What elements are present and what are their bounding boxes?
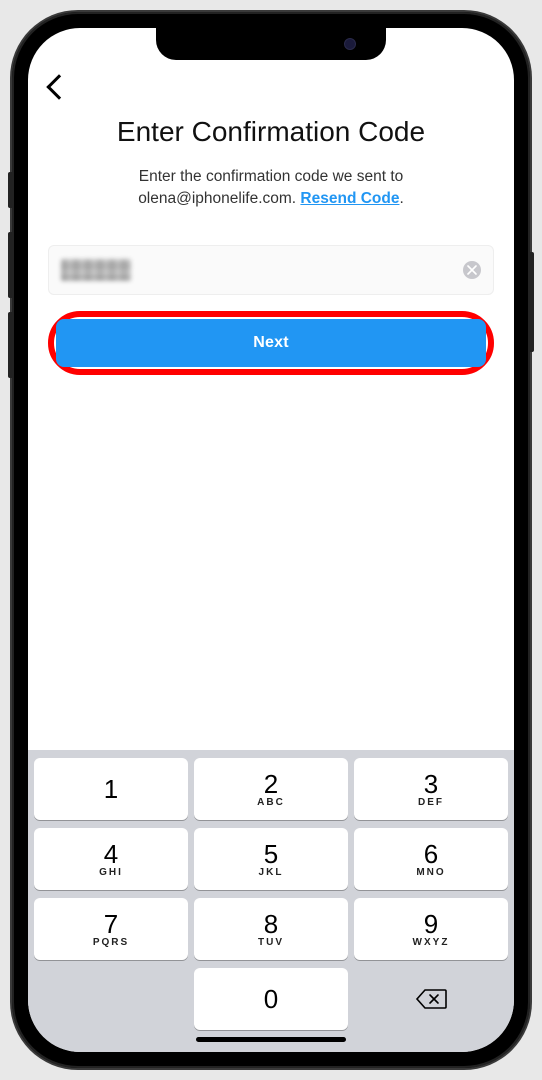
subtitle-end: . — [399, 190, 403, 207]
page-title: Enter Confirmation Code — [48, 116, 494, 148]
front-camera-icon — [344, 38, 356, 50]
key-3[interactable]: 3DEF — [354, 758, 508, 820]
key-delete[interactable] — [354, 968, 508, 1030]
close-icon — [467, 265, 477, 275]
main-content: Enter Confirmation Code Enter the confir… — [28, 28, 514, 750]
phone-frame: Enter Confirmation Code Enter the confir… — [12, 12, 530, 1068]
notch — [156, 28, 386, 60]
volume-up-button — [8, 232, 12, 298]
subtitle-email: olena@iphonelife.com — [138, 190, 292, 207]
resend-code-link[interactable]: Resend Code — [300, 190, 399, 207]
key-6[interactable]: 6MNO — [354, 828, 508, 890]
next-button[interactable]: Next — [56, 319, 486, 367]
subtitle-prefix: Enter the confirmation code we sent to — [139, 168, 404, 185]
key-5[interactable]: 5JKL — [194, 828, 348, 890]
code-input[interactable] — [48, 245, 494, 295]
numeric-keypad: 1 2ABC 3DEF 4GHI 5JKL 6MNO 7PQRS 8TUV 9W… — [28, 750, 514, 1052]
clear-input-button[interactable] — [463, 261, 481, 279]
key-9[interactable]: 9WXYZ — [354, 898, 508, 960]
key-1[interactable]: 1 — [34, 758, 188, 820]
power-button — [530, 252, 534, 352]
key-4[interactable]: 4GHI — [34, 828, 188, 890]
key-blank — [34, 968, 188, 1030]
key-2[interactable]: 2ABC — [194, 758, 348, 820]
next-button-highlight: Next — [48, 311, 494, 375]
mute-switch — [8, 172, 12, 208]
key-7[interactable]: 7PQRS — [34, 898, 188, 960]
code-input-value-redacted — [61, 259, 131, 281]
home-indicator[interactable] — [196, 1037, 346, 1042]
key-0[interactable]: 0 — [194, 968, 348, 1030]
page-subtitle: Enter the confirmation code we sent to o… — [48, 166, 494, 211]
backspace-icon — [415, 987, 447, 1011]
key-8[interactable]: 8TUV — [194, 898, 348, 960]
volume-down-button — [8, 312, 12, 378]
back-button[interactable] — [46, 74, 71, 99]
screen: Enter Confirmation Code Enter the confir… — [28, 28, 514, 1052]
